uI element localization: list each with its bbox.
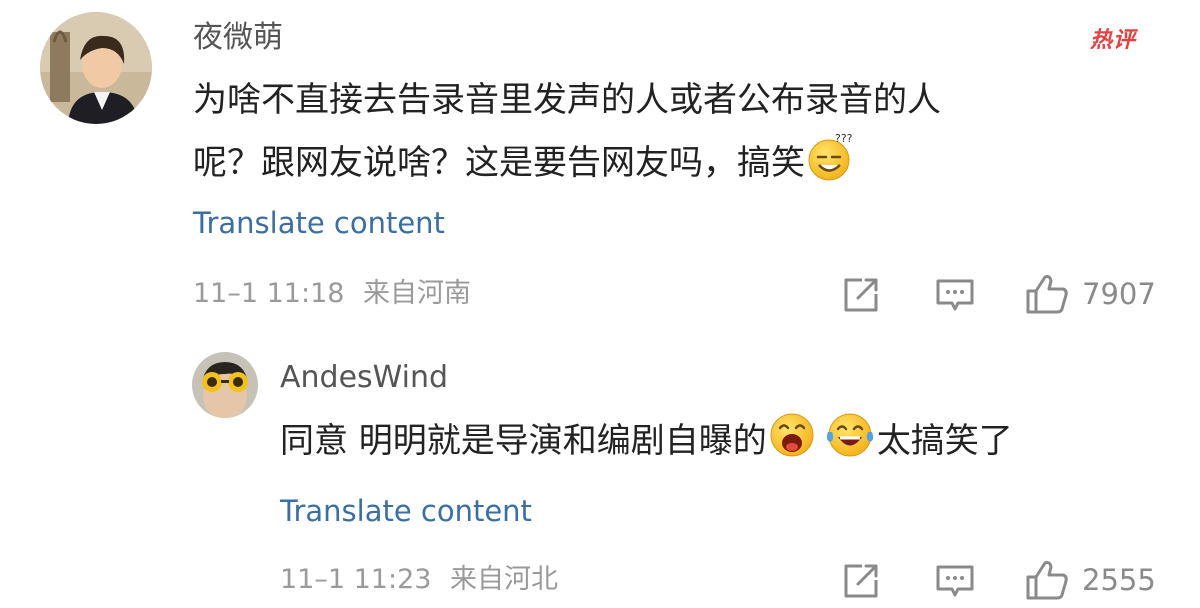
reply-icon[interactable] [935,278,975,318]
comment-text-line: 呢？跟网友说啥？这是要告网友吗，搞笑 [193,143,805,183]
like-icon[interactable] [1025,559,1069,605]
svg-text:???: ??? [835,132,853,145]
laughing-face-emoji-icon [767,410,817,479]
like-count: 2555 [1082,563,1156,597]
hot-comment-badge: 热评 [1090,22,1136,54]
reply-text-part: 同意 明明就是导演和编剧自曝的 [280,421,767,461]
reply-meta: 11–1 11:23 来自河北 [280,560,558,600]
translate-content-link[interactable]: Translate content [280,491,532,531]
reply-text: 同意 明明就是导演和编剧自曝的 太搞笑了 [280,410,1180,479]
reply-username[interactable]: AndesWind [280,358,448,398]
reply-location: 来自河北 [450,564,559,595]
dizzy-face-emoji-icon: ??? [805,130,857,201]
reply-timestamp: 11–1 11:23 [280,564,432,595]
share-icon[interactable] [842,563,880,603]
comment-meta: 11–1 11:18 来自河南 [193,274,471,314]
hot-badge-label: 热评 [1090,28,1137,53]
comment-location: 来自河南 [363,278,472,309]
reply-item: AndesWind 同意 明明就是导演和编剧自曝的 太搞笑了 Translate… [0,330,1200,608]
comment-text: 为啥不直接去告录音里发声的人或者公布录音的人 呢？跟网友说啥？这是要告网友吗，搞… [193,70,1173,201]
like-icon[interactable] [1025,273,1069,319]
avatar[interactable] [192,352,258,418]
comment-item: 夜微萌 热评 为啥不直接去告录音里发声的人或者公布录音的人 呢？跟网友说啥？这是… [0,0,1200,330]
comment-text-line: 为啥不直接去告录音里发声的人或者公布录音的人 [193,80,941,120]
comment-username[interactable]: 夜微萌 [193,18,283,58]
tears-of-joy-emoji-icon [823,410,877,479]
avatar[interactable] [40,12,152,124]
reply-text-part: 太搞笑了 [876,421,1013,461]
reply-icon[interactable] [935,564,975,604]
user-avatar-image [40,12,152,124]
user-avatar-image [192,352,258,418]
translate-content-link[interactable]: Translate content [193,203,445,243]
share-icon[interactable] [842,277,880,317]
like-count: 7907 [1082,277,1156,311]
comment-timestamp: 11–1 11:18 [193,278,345,309]
